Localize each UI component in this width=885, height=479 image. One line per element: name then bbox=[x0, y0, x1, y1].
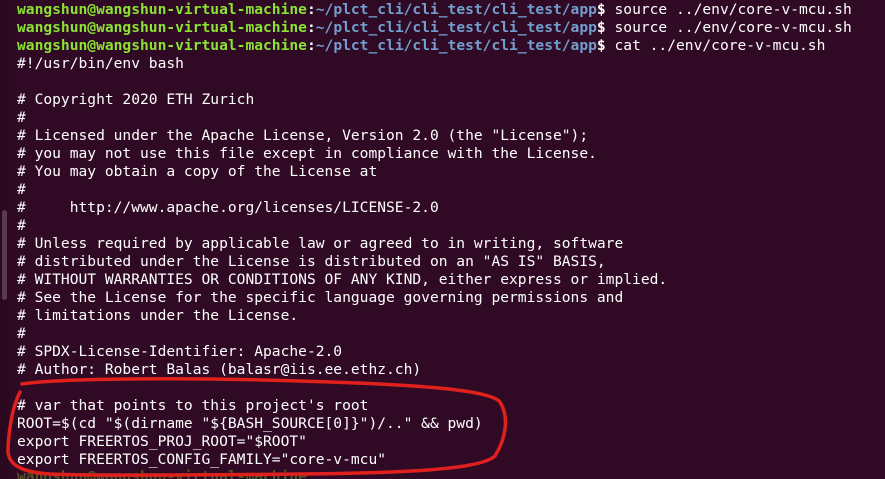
prompt-symbol: $ bbox=[596, 19, 606, 36]
prompt-command: source ../env/core-v-mcu.sh bbox=[605, 1, 852, 18]
output-line-blank bbox=[17, 379, 885, 397]
output-line-license-3: # You may obtain a copy of the License a… bbox=[17, 163, 378, 180]
prompt-symbol: $ bbox=[596, 1, 606, 18]
scrollbar[interactable] bbox=[0, 0, 9, 479]
prompt-user: wangshun@wangshun-virtual-machine bbox=[17, 37, 307, 54]
output-line-comment: # bbox=[17, 109, 26, 126]
prompt-separator: : bbox=[306, 37, 316, 54]
output-line-comment: # bbox=[17, 217, 26, 234]
prompt-symbol: $ bbox=[596, 37, 606, 54]
prompt-user: wangshun@wangshun-virtual-machine bbox=[17, 1, 307, 18]
partially-visible-prompt-line: wangshun@wangshun-virtual-machine bbox=[17, 468, 307, 479]
output-line-root-comment: # var that points to this project's root bbox=[17, 397, 369, 414]
output-line-spdx: # SPDX-License-Identifier: Apache-2.0 bbox=[17, 343, 343, 360]
prompt-line-3: wangshun@wangshun-virtual-machine:~/plct… bbox=[17, 37, 885, 55]
output-line-license-5: # distributed under the License is distr… bbox=[17, 253, 606, 270]
prompt-user: wangshun@wangshun-virtual-machine bbox=[17, 468, 307, 479]
prompt-line-2: wangshun@wangshun-virtual-machine:~/plct… bbox=[17, 19, 885, 37]
output-line-license-4: # Unless required by applicable law or a… bbox=[17, 235, 624, 252]
prompt-path: ~/plct_cli/cli_test/cli_test/app bbox=[315, 19, 597, 36]
prompt-separator: : bbox=[306, 1, 316, 18]
output-line-license-1: # Licensed under the Apache License, Ver… bbox=[17, 127, 589, 144]
prompt-user: wangshun@wangshun-virtual-machine bbox=[17, 19, 307, 36]
output-line-license-7: # See the License for the specific langu… bbox=[17, 289, 624, 306]
prompt-line-1: wangshun@wangshun-virtual-machine:~/plct… bbox=[17, 1, 885, 19]
terminal-window[interactable]: wangshun@wangshun-virtual-machine:~/plct… bbox=[0, 0, 885, 479]
output-line-license-2: # you may not use this file except in co… bbox=[17, 145, 597, 162]
prompt-path: ~/plct_cli/cli_test/cli_test/app bbox=[315, 37, 597, 54]
prompt-separator: : bbox=[306, 19, 316, 36]
output-line-comment: # bbox=[17, 325, 26, 342]
output-line-license-6: # WITHOUT WARRANTIES OR CONDITIONS OF AN… bbox=[17, 271, 668, 288]
prompt-path: ~/plct_cli/cli_test/cli_test/app bbox=[315, 1, 597, 18]
scrollbar-thumb[interactable] bbox=[2, 210, 7, 300]
output-line-copyright: # Copyright 2020 ETH Zurich bbox=[17, 91, 255, 108]
prompt-command: cat ../env/core-v-mcu.sh bbox=[605, 37, 826, 54]
output-line-export-proj-root: export FREERTOS_PROJ_ROOT="$ROOT" bbox=[17, 433, 307, 450]
output-line-license-8: # limitations under the License. bbox=[17, 307, 299, 324]
output-line-comment: # bbox=[17, 181, 26, 198]
output-line-license-url: # http://www.apache.org/licenses/LICENSE… bbox=[17, 199, 439, 216]
output-line-shebang: #!/usr/bin/env bash bbox=[17, 55, 184, 72]
output-line-root-assign: ROOT=$(cd "$(dirname "${BASH_SOURCE[0]}"… bbox=[17, 415, 483, 432]
output-line-export-config-family: export FREERTOS_CONFIG_FAMILY="core-v-mc… bbox=[17, 451, 387, 468]
prompt-command: source ../env/core-v-mcu.sh bbox=[605, 19, 852, 36]
output-line-author: # Author: Robert Balas (balasr@iis.ee.et… bbox=[17, 361, 422, 378]
output-line-blank bbox=[17, 73, 885, 91]
